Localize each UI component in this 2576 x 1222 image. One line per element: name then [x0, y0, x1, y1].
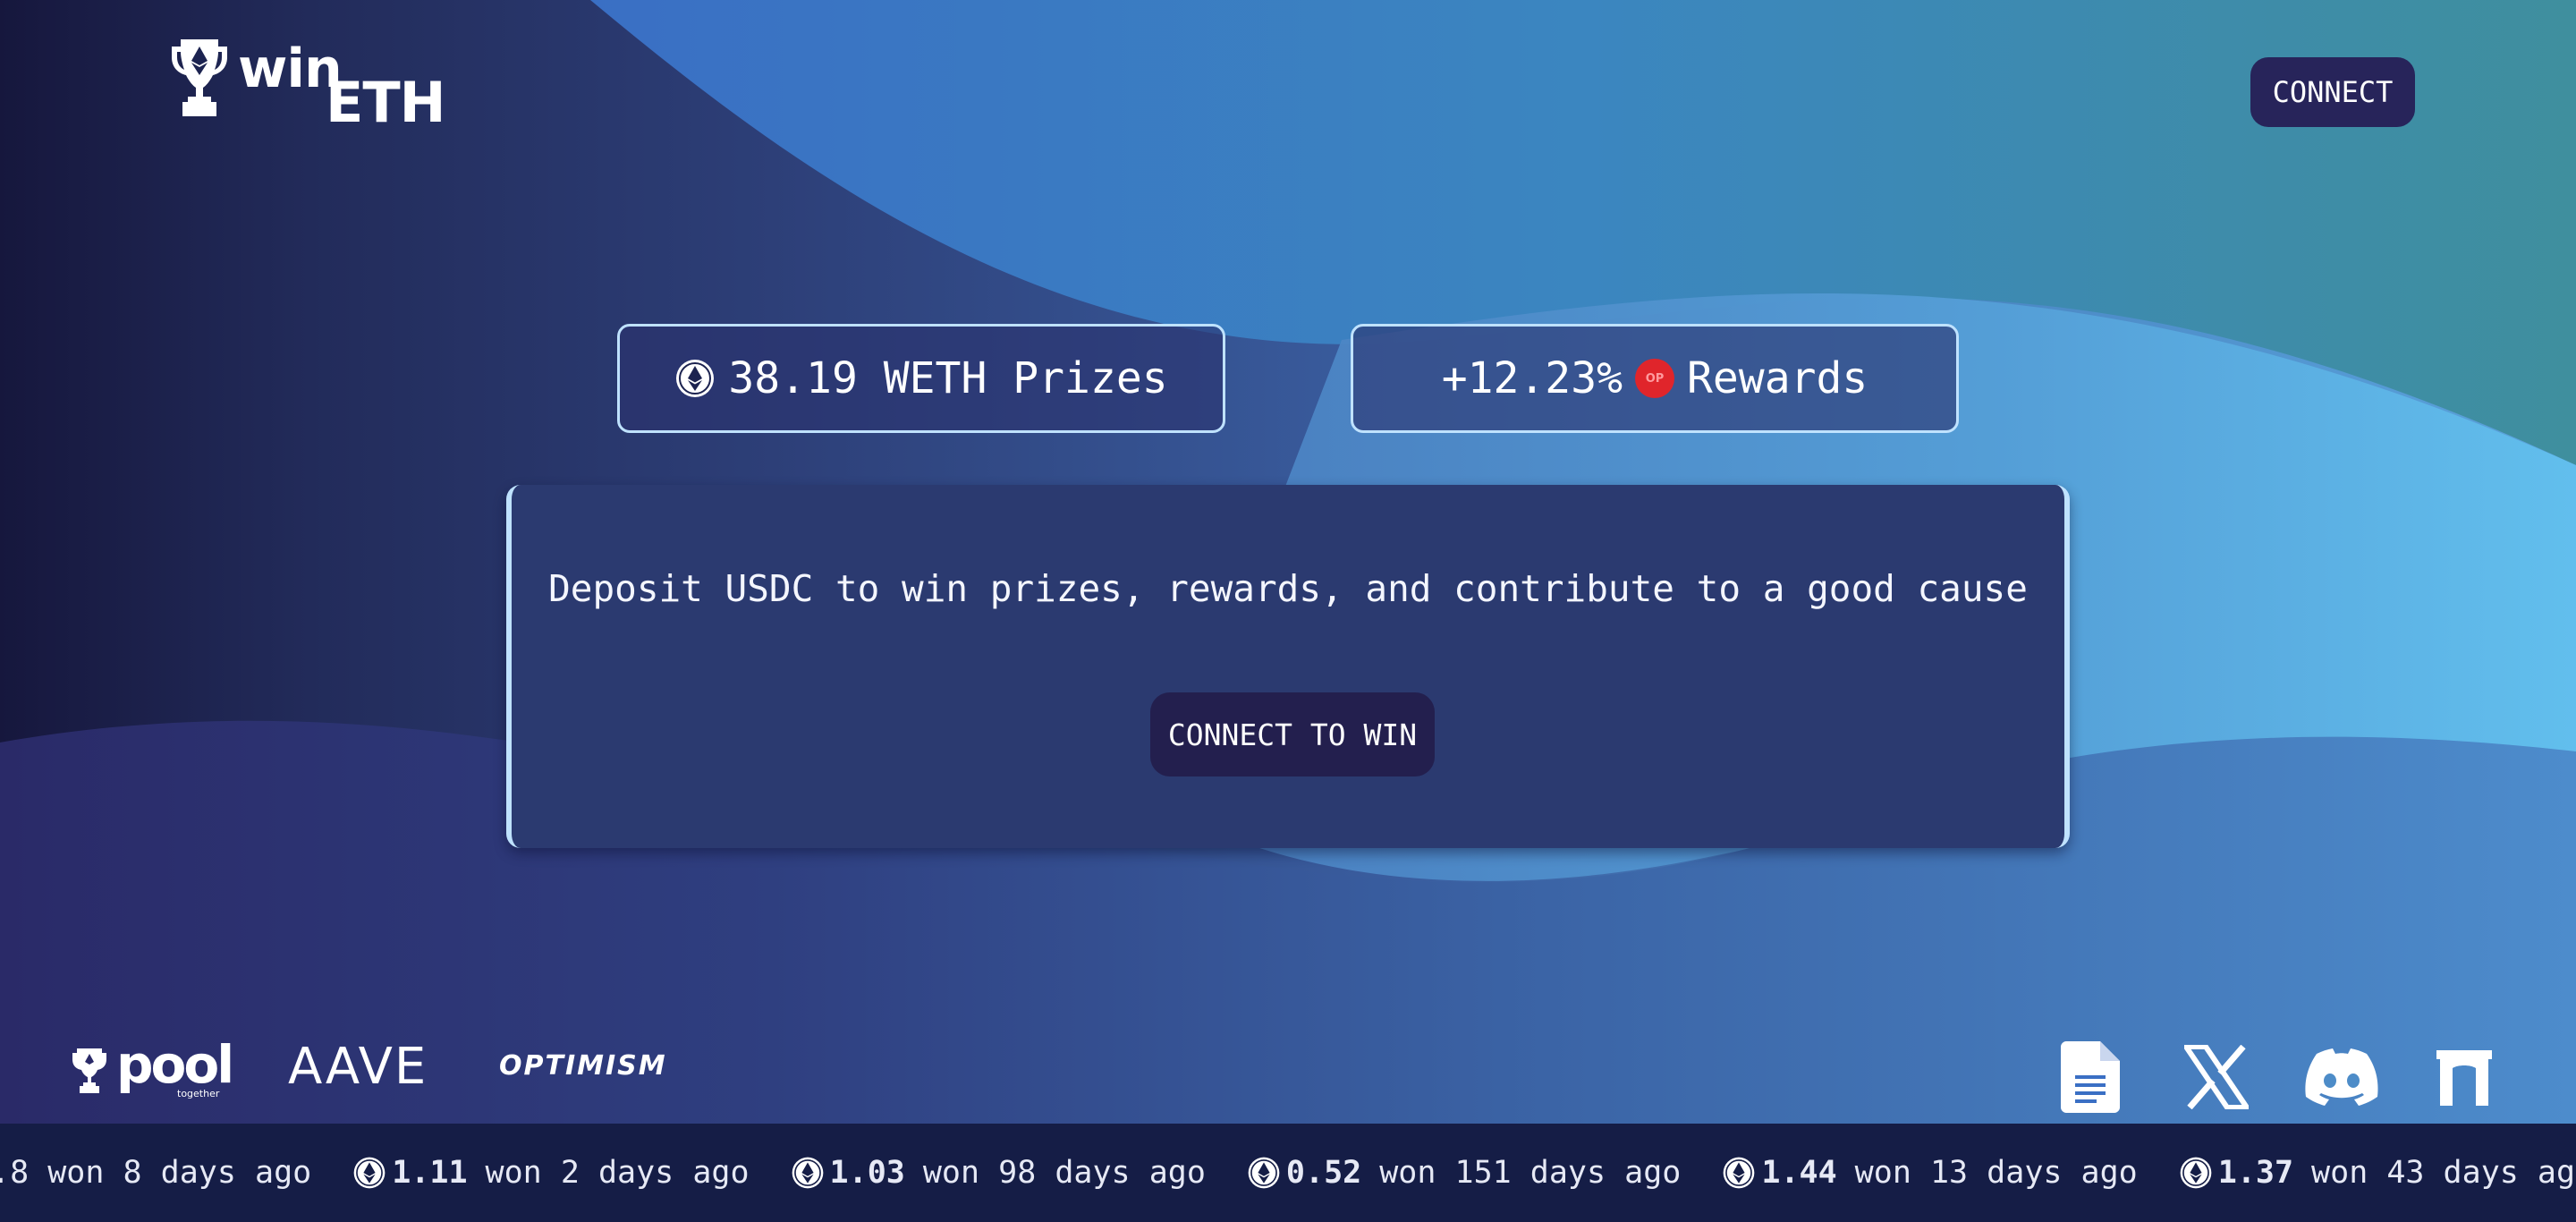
ticker-amount: 1.44	[1761, 1155, 1837, 1191]
logo-eth-text: ETH	[326, 70, 446, 135]
ticker-amount: 0.52	[1285, 1155, 1362, 1191]
discord-icon[interactable]	[2304, 1048, 2379, 1107]
ticker-item: 0.52 won 151 days ago	[1247, 1155, 1681, 1191]
ticker-fragment: .8 won 8 days ago	[0, 1155, 312, 1191]
ticker-amount: 1.37	[2217, 1155, 2294, 1191]
ticker-amount: 1.11	[392, 1155, 468, 1191]
ticker-item: 1.11 won 2 days ago	[352, 1155, 750, 1191]
eth-coin-icon	[676, 360, 715, 397]
ticker-item: 1.37 won 43 days ago	[2179, 1155, 2576, 1191]
document-icon[interactable]	[2061, 1041, 2120, 1113]
eth-coin-icon	[1248, 1157, 1280, 1189]
eth-coin-icon	[792, 1157, 823, 1189]
deposit-description: Deposit USDC to win prizes, rewards, and…	[548, 567, 2028, 610]
ticker-item: 1.44 won 13 days ago	[1722, 1155, 2138, 1191]
rewards-label: Rewards	[1687, 353, 1868, 403]
ticker-item: .8 won 8 days ago	[0, 1155, 311, 1191]
optimism-logo[interactable]: OPTIMISM	[499, 1050, 667, 1082]
eth-coin-icon	[353, 1157, 386, 1189]
connect-button[interactable]: CONNECT	[2250, 57, 2415, 127]
pool-wordmark: pool	[116, 1034, 234, 1095]
pool-subtext: together	[177, 1088, 220, 1099]
ticker-text: won 98 days ago	[922, 1155, 1206, 1191]
pool-trophy-icon	[72, 1048, 106, 1093]
ticker-text: won 151 days ago	[1379, 1155, 1682, 1191]
pooltogether-logo[interactable]: pool together	[72, 1034, 234, 1100]
prizes-label: 38.19 WETH Prizes	[728, 353, 1168, 403]
ticker-amount: 1.03	[829, 1155, 905, 1191]
deposit-card: Deposit USDC to win prizes, rewards, and…	[506, 485, 2070, 848]
rewards-stat-box: +12.23% OP Rewards	[1351, 324, 1959, 433]
ticker-item: 1.03 won 98 days ago	[791, 1155, 1206, 1191]
aave-logo[interactable]: AAVE	[288, 1038, 428, 1096]
rewards-value: +12.23%	[1441, 353, 1623, 403]
eth-coin-icon	[2180, 1157, 2212, 1189]
op-token-icon: OP	[1635, 359, 1674, 398]
ticker-text: won 2 days ago	[485, 1155, 750, 1191]
logo-wordmark: win ETH	[238, 38, 446, 135]
ticker-track: .8 won 8 days ago 1.11 won 2 days ago 1.…	[0, 1124, 2576, 1222]
ticker-text: won 43 days ago	[2311, 1155, 2576, 1191]
trophy-icon	[172, 39, 227, 116]
eth-coin-icon	[1724, 1157, 1755, 1189]
x-icon[interactable]	[2181, 1044, 2252, 1110]
gate-icon[interactable]	[2435, 1047, 2494, 1106]
ticker-text: won 13 days ago	[1854, 1155, 2138, 1191]
wineth-logo[interactable]: win ETH	[170, 38, 446, 135]
connect-to-win-button[interactable]: CONNECT TO WIN	[1150, 692, 1435, 776]
prizes-stat-box: 38.19 WETH Prizes	[617, 324, 1225, 433]
winners-ticker: .8 won 8 days ago 1.11 won 2 days ago 1.…	[0, 1124, 2576, 1222]
